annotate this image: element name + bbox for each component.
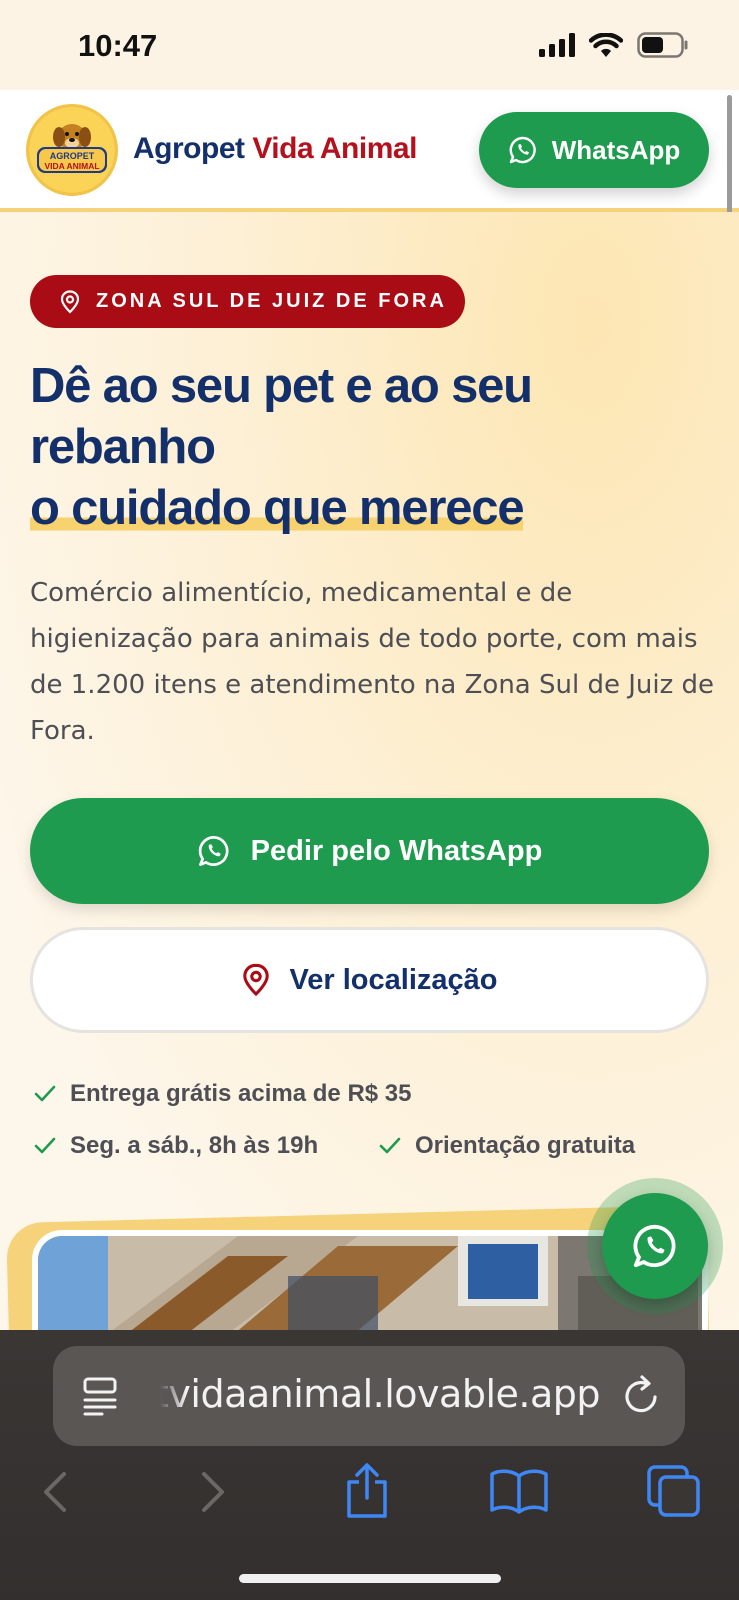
status-icons <box>539 32 689 58</box>
site-header: AGROPET VIDA ANIMAL Agropet Vida Animal … <box>0 90 739 212</box>
whatsapp-icon <box>633 1224 676 1268</box>
reload-icon[interactable] <box>622 1375 662 1417</box>
brand-name[interactable]: Agropet Vida Animal <box>133 132 417 166</box>
url-value: agropetvidaanimal.lovable.app <box>160 1372 600 1416</box>
feature-label: Entrega grátis acima de R$ 35 <box>70 1080 412 1107</box>
logo-text-bottom: VIDA ANIMAL <box>44 161 99 171</box>
tabs-icon[interactable] <box>646 1464 702 1518</box>
floating-whatsapp-button[interactable] <box>602 1193 708 1299</box>
order-whatsapp-button[interactable]: Pedir pelo WhatsApp <box>30 798 709 904</box>
wifi-icon <box>589 32 623 57</box>
whatsapp-icon <box>509 136 536 164</box>
status-time: 10:47 <box>78 28 158 63</box>
forward-icon[interactable] <box>198 1470 228 1514</box>
view-location-button[interactable]: Ver localização <box>30 927 709 1033</box>
battery-icon <box>637 32 688 58</box>
back-icon[interactable] <box>40 1470 70 1514</box>
map-pin-icon <box>242 963 269 997</box>
feature-item: Seg. a sáb., 8h às 19h <box>34 1132 318 1160</box>
status-bar: 10:47 <box>0 0 739 90</box>
whatsapp-icon <box>198 836 229 866</box>
home-indicator[interactable] <box>239 1574 501 1583</box>
url-text[interactable]: agropetvidaanimal.lovable.app <box>160 1372 600 1422</box>
check-icon <box>34 1137 56 1154</box>
order-whatsapp-label: Pedir pelo WhatsApp <box>250 834 543 867</box>
feature-item: Entrega grátis acima de R$ 35 <box>34 1080 411 1108</box>
agropet-logo[interactable]: AGROPET VIDA ANIMAL <box>26 104 118 196</box>
brand-part-2: Vida Animal <box>252 132 417 165</box>
hero-title-highlight: o cuidado que merece <box>30 481 525 535</box>
location-badge: ZONA SUL DE JUIZ DE FORA <box>30 275 465 328</box>
header-whatsapp-button[interactable]: WhatsApp <box>479 112 709 188</box>
brand-part-1: Agropet <box>133 132 245 165</box>
hero-title-line-1: Dê ao seu pet e ao seu <box>30 359 533 413</box>
check-icon <box>379 1137 401 1154</box>
scroll-indicator[interactable] <box>727 95 732 217</box>
dog-logo-icon: AGROPET VIDA ANIMAL <box>29 107 115 193</box>
hero-title: Dê ao seu pet e ao seu rebanho o cuidado… <box>30 356 710 539</box>
logo-text-top: AGROPET <box>50 151 95 161</box>
hero-title-line-2: rebanho <box>30 420 216 474</box>
check-icon <box>34 1085 56 1102</box>
hero-description: Comércio alimentício, medicamental e de … <box>30 578 715 746</box>
bookmarks-icon[interactable] <box>489 1468 549 1514</box>
location-badge-label: ZONA SUL DE JUIZ DE FORA <box>96 290 447 312</box>
feature-item: Orientação gratuita <box>379 1132 635 1160</box>
map-pin-icon <box>60 289 80 314</box>
header-whatsapp-label: WhatsApp <box>551 134 681 165</box>
reader-mode-icon[interactable] <box>82 1376 122 1416</box>
feature-label: Seg. a sáb., 8h às 19h <box>70 1132 319 1159</box>
view-location-label: Ver localização <box>289 963 498 996</box>
feature-label: Orientação gratuita <box>415 1132 636 1159</box>
cellular-signal-icon <box>539 33 575 57</box>
share-icon[interactable] <box>343 1462 391 1520</box>
